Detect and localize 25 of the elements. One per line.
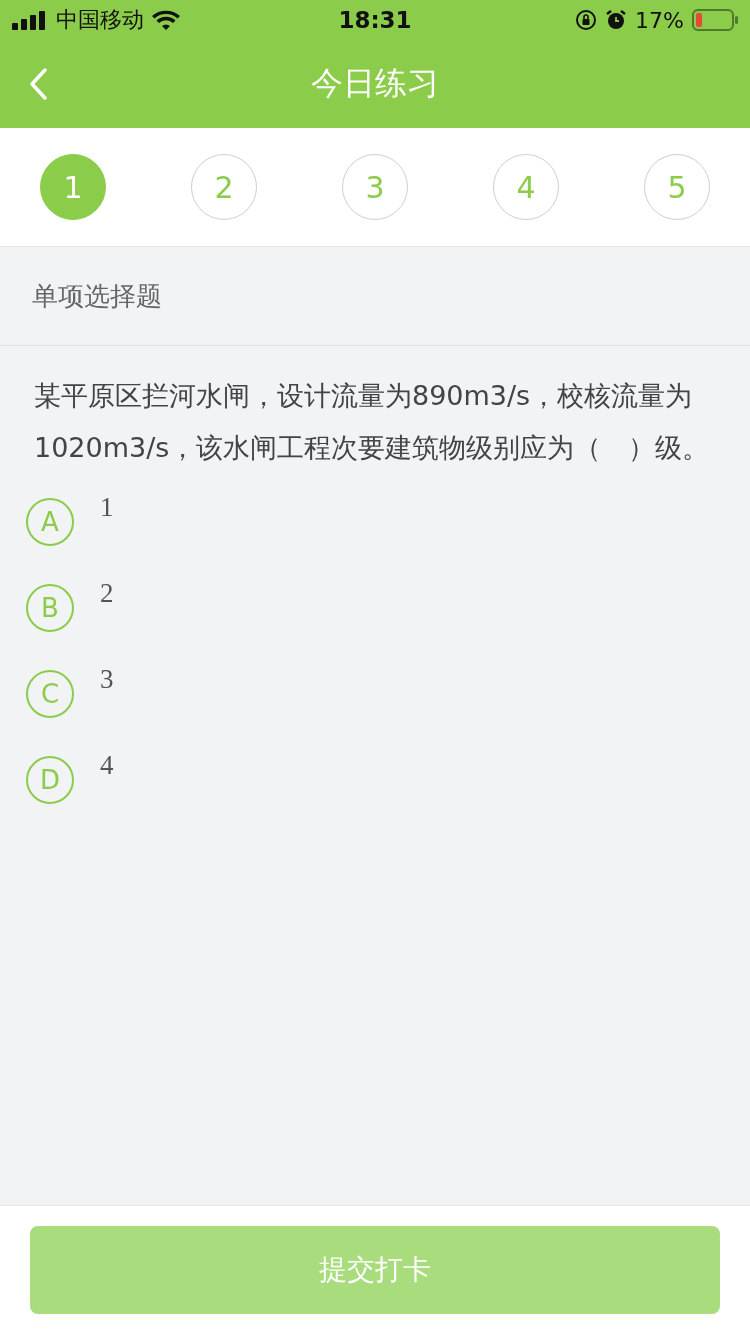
question-text: 某平原区拦河水闸，设计流量为890m3/s，校核流量为1020m3/s，该水闸工程次要建筑物级别应为（ ）级。 bbox=[33, 379, 711, 465]
option-text[interactable]: 4 bbox=[100, 750, 114, 781]
option-text[interactable]: 1 bbox=[100, 492, 114, 523]
rotation-lock-icon bbox=[575, 9, 598, 31]
status-time: 18:31 bbox=[337, 7, 413, 33]
option-text[interactable]: 3 bbox=[100, 664, 114, 695]
battery-percent: 17% bbox=[635, 7, 684, 33]
back-icon[interactable] bbox=[28, 67, 48, 101]
option-letter[interactable]: D bbox=[26, 756, 74, 804]
option-letter[interactable]: A bbox=[26, 498, 74, 546]
alarm-icon bbox=[605, 9, 628, 31]
battery-icon bbox=[692, 9, 738, 31]
option-letter[interactable]: C bbox=[26, 670, 74, 718]
question-type: 单项选择题 bbox=[32, 279, 162, 313]
nav-title: 今日练习 bbox=[311, 63, 439, 104]
question-number[interactable]: 3 bbox=[342, 154, 408, 220]
wifi-icon bbox=[152, 10, 180, 30]
signal-icon bbox=[12, 10, 48, 30]
question-number[interactable]: 4 bbox=[493, 154, 559, 220]
question-number[interactable]: 5 bbox=[644, 154, 710, 220]
option-text[interactable]: 2 bbox=[100, 578, 114, 609]
question-number[interactable]: 2 bbox=[191, 154, 257, 220]
question-number[interactable]: 1 bbox=[40, 154, 106, 220]
carrier-name: 中国移动 bbox=[56, 6, 144, 34]
option-letter[interactable]: B bbox=[26, 584, 74, 632]
